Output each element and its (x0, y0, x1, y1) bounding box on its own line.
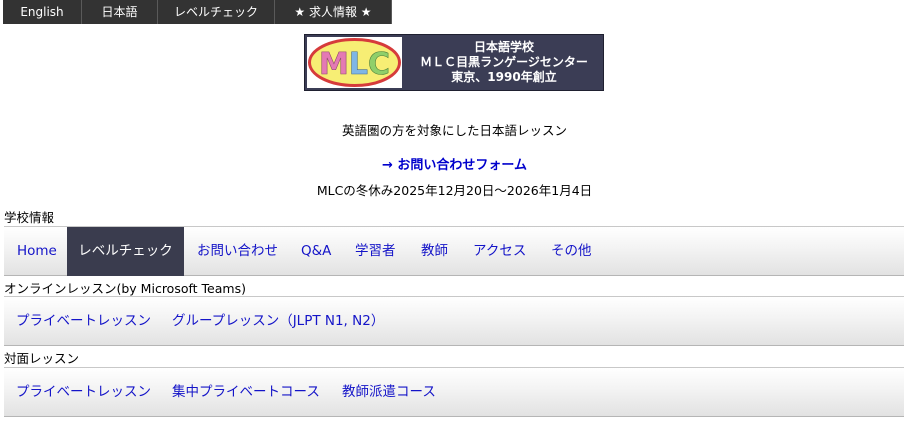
top-nav-bar: English 日本語 レベルチェック ★ 求人情報 ★ (3, 0, 392, 24)
contact-form-link[interactable]: → お問い合わせフォーム (382, 158, 527, 173)
holiday-notice: MLCの冬休み2025年12月20日～2026年1月4日 (316, 183, 593, 198)
online-lessons-nav: プライベートレッスン グループレッスン（JLPT N1, N2） (4, 296, 904, 346)
nav-learners[interactable]: 学習者 (355, 227, 396, 276)
language-japanese-link[interactable]: 日本語 (82, 0, 158, 24)
nav-contact[interactable]: お問い合わせ (197, 227, 278, 276)
mlc-logo-graphic: MLC (308, 38, 401, 87)
online-private-lesson-link[interactable]: プライベートレッスン (16, 297, 151, 346)
online-lessons-label: オンラインレッスン(by Microsoft Teams) (4, 281, 246, 296)
logo-line-founded: 東京、1990年創立 (451, 70, 557, 84)
language-english-link[interactable]: English (3, 0, 82, 24)
job-info-link[interactable]: ★ 求人情報 ★ (275, 0, 392, 24)
school-info-nav: Home レベルチェック お問い合わせ Q&A 学習者 教師 アクセス その他 (4, 226, 904, 276)
logo-text: 日本語学校 ＭＬＣ目黒ランゲージセンター 東京、1990年創立 (405, 40, 603, 85)
school-logo[interactable]: MLC 日本語学校 ＭＬＣ目黒ランゲージセンター 東京、1990年創立 (304, 34, 604, 91)
level-check-link[interactable]: レベルチェック (158, 0, 275, 24)
nav-qa[interactable]: Q&A (301, 227, 331, 276)
teacher-dispatch-course-link[interactable]: 教師派遣コース (342, 368, 436, 417)
mlc-logo-badge: MLC (307, 37, 402, 88)
nav-other[interactable]: その他 (551, 227, 592, 276)
nav-access[interactable]: アクセス (473, 227, 526, 276)
contact-form-link-container: → お問い合わせフォーム (0, 154, 909, 173)
in-person-lessons-nav: プライベートレッスン 集中プライベートコース 教師派遣コース (4, 367, 904, 417)
online-group-lesson-link[interactable]: グループレッスン（JLPT N1, N2） (172, 297, 384, 346)
school-info-label: 学校情報 (4, 210, 55, 225)
intensive-private-course-link[interactable]: 集中プライベートコース (172, 368, 320, 417)
nav-teachers[interactable]: 教師 (421, 227, 448, 276)
nav-level-check[interactable]: レベルチェック (67, 227, 184, 276)
site-subtitle: 英語圏の方を対象にした日本語レッスン (341, 123, 567, 138)
logo-line-school: 日本語学校 (473, 40, 534, 54)
logo-line-name: ＭＬＣ目黒ランゲージセンター (420, 55, 588, 69)
in-person-private-lesson-link[interactable]: プライベートレッスン (16, 368, 151, 417)
nav-home[interactable]: Home (17, 227, 57, 276)
svg-text:MLC: MLC (319, 47, 390, 82)
in-person-lessons-label: 対面レッスン (4, 351, 80, 366)
